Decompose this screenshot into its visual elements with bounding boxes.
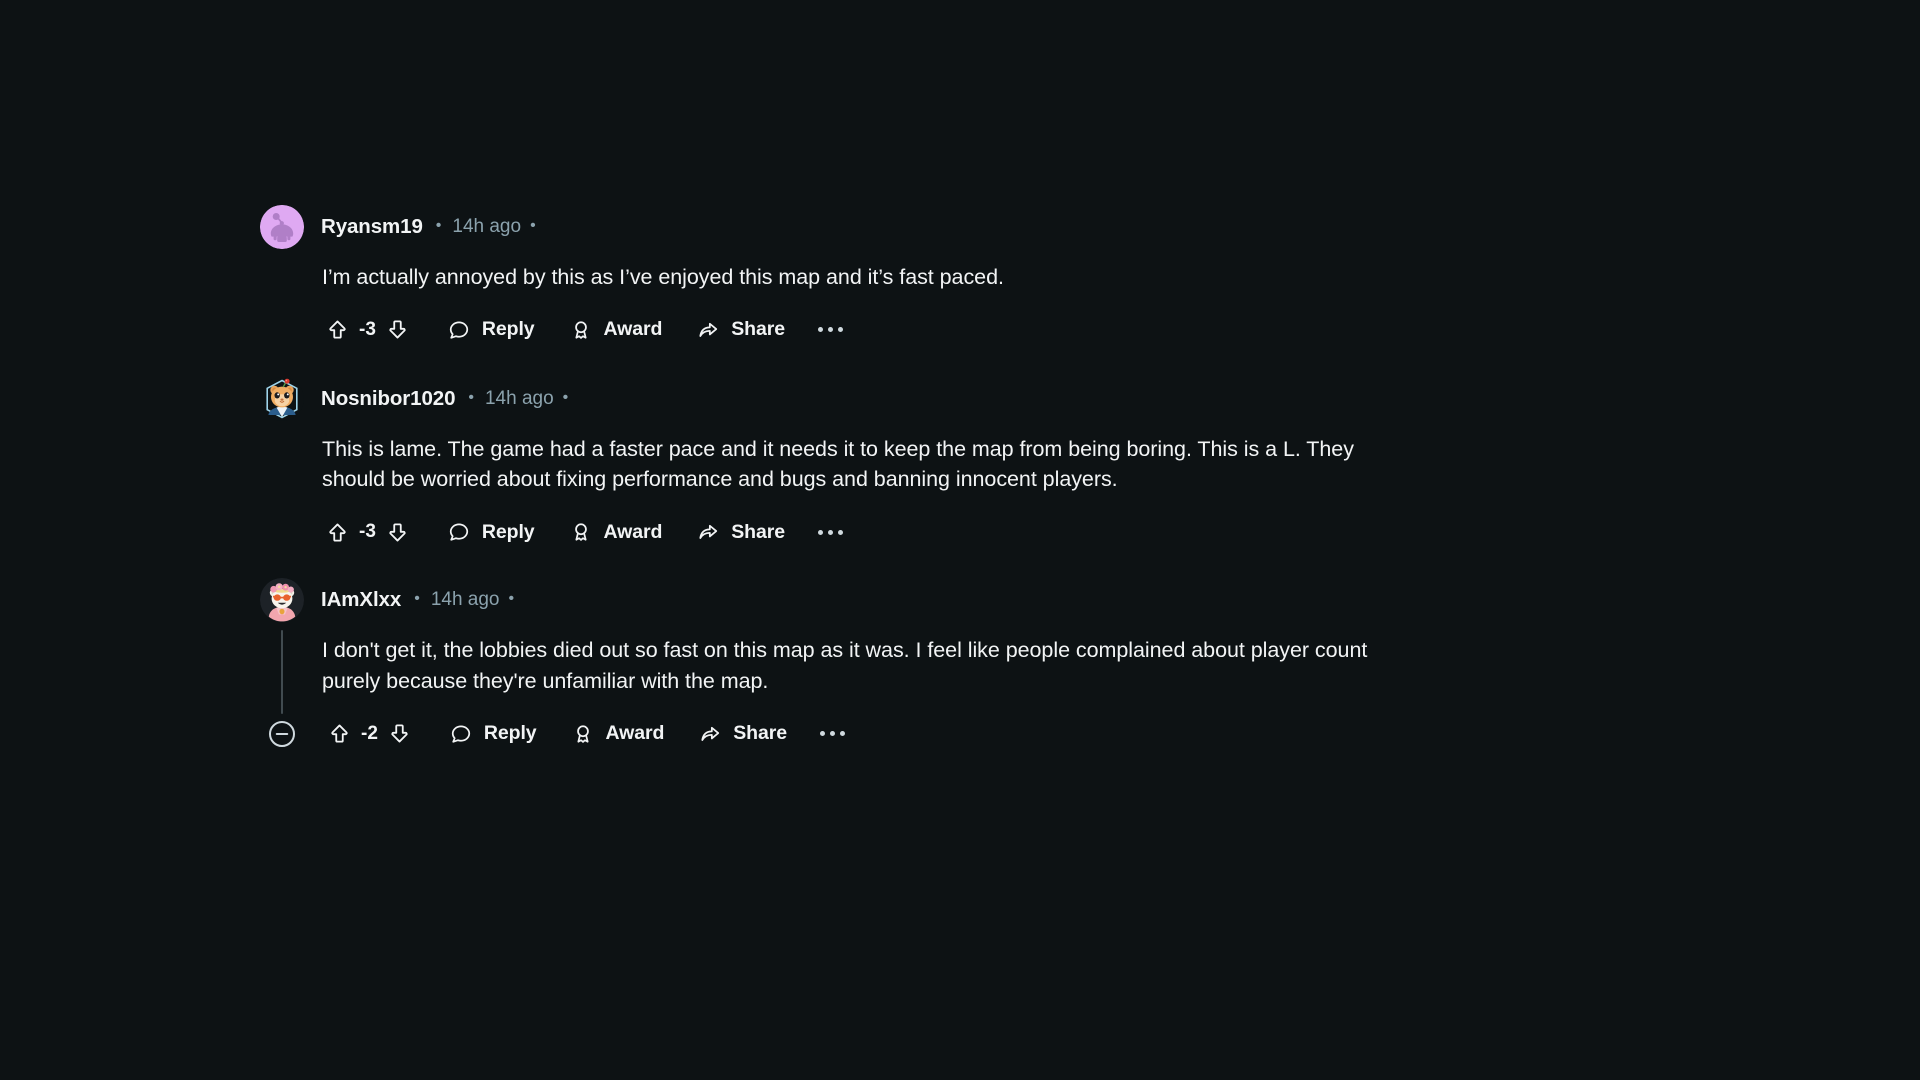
upvote-icon[interactable] — [324, 719, 354, 749]
comment-author[interactable]: Ryansm19 — [321, 215, 423, 239]
comment-header: IAmXlxx • 14h ago • — [260, 578, 1660, 623]
upvote-icon[interactable] — [322, 517, 352, 547]
award-label: Award — [605, 722, 665, 745]
share-arrow-icon — [696, 318, 720, 342]
downvote-icon[interactable] — [383, 517, 413, 547]
overflow-dots-icon — [817, 529, 843, 535]
meta-separator-icon: • — [508, 590, 515, 608]
award-button[interactable]: Award — [571, 717, 665, 751]
upvote-icon[interactable] — [322, 315, 352, 345]
comment-action-bar: -2 Reply Award Share — [260, 714, 1660, 754]
snoo-orange-hamster-avatar — [260, 376, 304, 421]
share-label: Share — [731, 520, 785, 543]
comment-score: -3 — [359, 318, 376, 340]
comment-action-bar: -3 Reply Award Share — [322, 512, 1660, 552]
meta-separator-icon: • — [562, 388, 569, 406]
share-button[interactable]: Share — [696, 515, 785, 549]
downvote-icon[interactable] — [385, 719, 415, 749]
award-button[interactable]: Award — [569, 313, 663, 347]
meta-separator-icon: • — [414, 590, 420, 608]
comment-score: -2 — [361, 722, 378, 744]
reply-button[interactable]: Reply — [447, 515, 535, 549]
share-label: Share — [731, 318, 785, 341]
award-label: Award — [603, 520, 663, 543]
award-medal-icon — [571, 722, 595, 746]
comment-header: Nosnibor1020 • 14h ago • — [260, 376, 1660, 421]
avatar[interactable] — [260, 578, 304, 623]
comment-author[interactable]: IAmXlxx — [321, 588, 401, 612]
comment-bubble-icon — [449, 722, 473, 746]
meta-separator-icon: • — [468, 388, 474, 406]
overflow-dots-icon — [817, 327, 843, 333]
comment-item: IAmXlxx • 14h ago • I don't get it, the … — [260, 578, 1660, 753]
comment-bubble-icon — [447, 318, 471, 342]
share-arrow-icon — [696, 520, 720, 544]
share-label: Share — [733, 722, 787, 745]
comment-body: I don't get it, the lobbies died out so … — [322, 638, 1368, 693]
share-button[interactable]: Share — [696, 313, 785, 347]
comment-action-bar: -3 Reply Award Share — [322, 310, 1660, 350]
comment-timestamp: 14h ago — [452, 216, 522, 237]
award-button[interactable]: Award — [569, 515, 663, 549]
reply-label: Reply — [483, 722, 537, 745]
award-label: Award — [603, 318, 663, 341]
share-arrow-icon — [698, 722, 722, 746]
comments-thread: Ryansm19 • 14h ago • I’m actually annoye… — [260, 205, 1660, 754]
snoo-flower-crown-avatar — [260, 578, 304, 623]
award-medal-icon — [569, 318, 593, 342]
meta-separator-icon: • — [530, 217, 536, 234]
reply-button[interactable]: Reply — [447, 313, 535, 347]
collapse-thread-button[interactable] — [262, 714, 302, 754]
meta-separator-icon: • — [435, 217, 442, 234]
reply-button[interactable]: Reply — [449, 717, 537, 751]
snoo-purple-default-avatar — [260, 205, 304, 249]
more-options-button[interactable] — [817, 515, 843, 549]
award-medal-icon — [569, 520, 593, 544]
share-button[interactable]: Share — [698, 717, 787, 751]
vote-group: -3 — [322, 512, 413, 552]
thread-line[interactable] — [281, 630, 283, 714]
avatar[interactable] — [260, 205, 304, 249]
vote-group: -2 — [324, 714, 415, 754]
reply-label: Reply — [481, 520, 535, 543]
more-options-button[interactable] — [819, 717, 845, 751]
comment-score: -3 — [359, 521, 376, 543]
comment-timestamp: 14h ago — [430, 589, 500, 611]
vote-group: -3 — [322, 310, 413, 350]
more-options-button[interactable] — [817, 313, 843, 347]
comment-timestamp: 14h ago — [484, 387, 554, 409]
reply-label: Reply — [481, 318, 535, 341]
comment-item: Ryansm19 • 14h ago • I’m actually annoye… — [260, 205, 1660, 350]
downvote-icon[interactable] — [383, 315, 413, 345]
comment-item: Nosnibor1020 • 14h ago • This is lame. T… — [260, 376, 1660, 552]
overflow-dots-icon — [819, 731, 845, 737]
comment-header: Ryansm19 • 14h ago • — [260, 205, 1660, 249]
comment-body: This is lame. The game had a faster pace… — [322, 436, 1354, 492]
comment-author[interactable]: Nosnibor1020 — [321, 387, 455, 411]
comment-thread-page: Ryansm19 • 14h ago • I’m actually annoye… — [0, 0, 1920, 1080]
avatar[interactable] — [260, 376, 304, 421]
comment-bubble-icon — [447, 520, 471, 544]
comment-body: I’m actually annoyed by this as I’ve enj… — [322, 265, 1004, 289]
